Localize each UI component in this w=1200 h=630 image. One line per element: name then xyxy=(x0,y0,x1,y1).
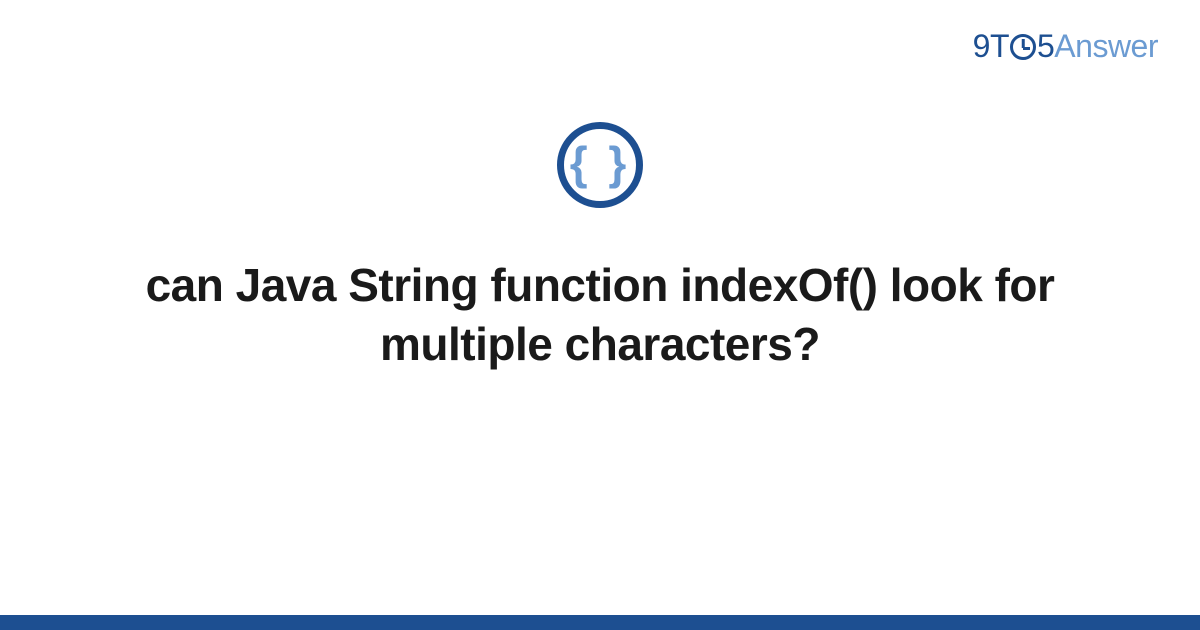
question-title: can Java String function indexOf() look … xyxy=(100,256,1100,374)
footer-bar xyxy=(0,615,1200,630)
logo-text-answer: Answer xyxy=(1054,28,1158,64)
code-braces-icon: { } xyxy=(570,140,631,186)
site-logo: 9T 5Answer xyxy=(973,28,1158,65)
logo-text-5: 5 xyxy=(1037,28,1054,64)
clock-icon xyxy=(1010,34,1036,60)
category-icon-circle: { } xyxy=(557,122,643,208)
main-content: { } can Java String function indexOf() l… xyxy=(0,122,1200,374)
logo-text-9t: 9T xyxy=(973,28,1009,64)
